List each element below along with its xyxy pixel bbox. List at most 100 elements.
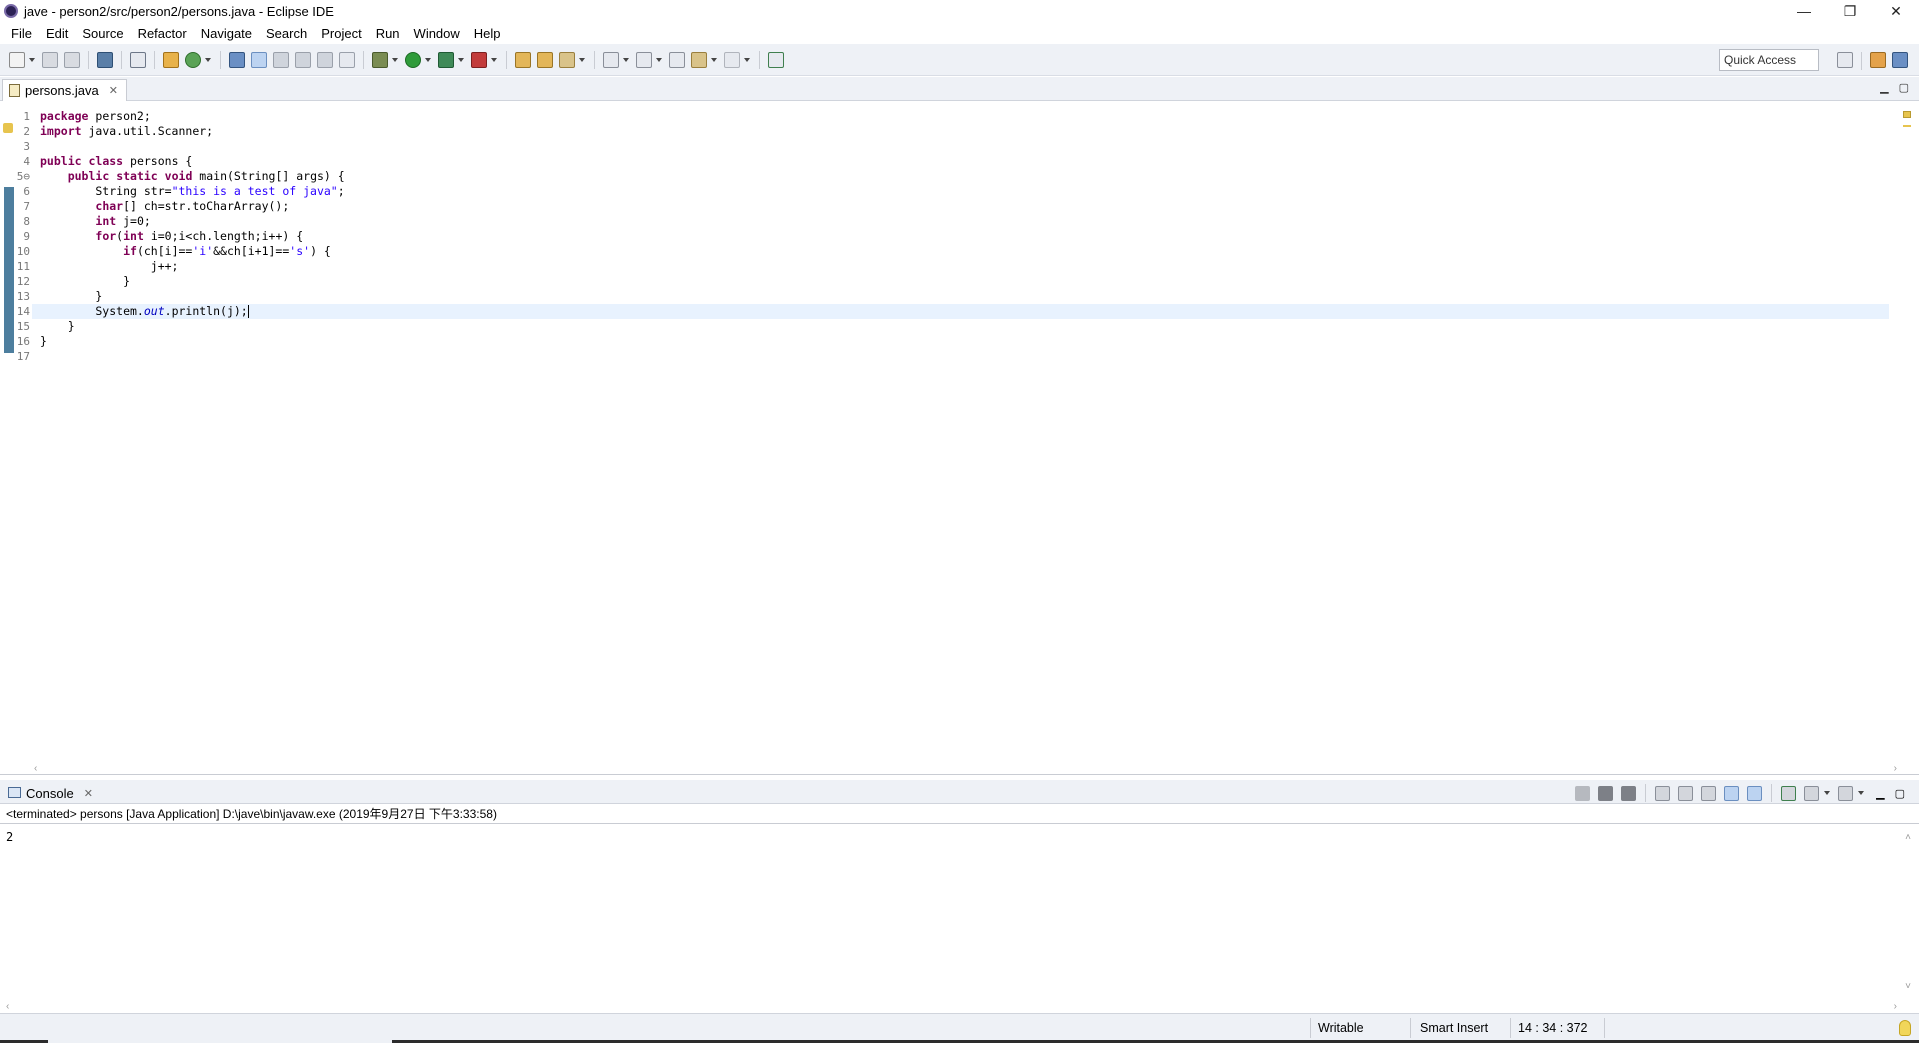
line-number[interactable]: 5⊖ (14, 169, 30, 184)
menu-window[interactable]: Window (407, 26, 467, 41)
maximize-view-icon[interactable]: ▢ (1899, 81, 1909, 94)
coverage-dropdown-icon[interactable] (458, 57, 464, 62)
scroll-down-icon[interactable]: ˅ (1905, 981, 1911, 992)
new-dropdown-icon[interactable] (29, 57, 35, 62)
overview-warning-marker[interactable] (1903, 125, 1911, 127)
terminal-icon[interactable] (97, 51, 113, 68)
code-line[interactable]: for(int i=0;i<ch.length;i++) { (40, 229, 1889, 244)
pin-console-icon[interactable] (1781, 785, 1797, 801)
next-annotation-dropdown-icon[interactable] (623, 57, 629, 62)
open-console-icon[interactable] (1838, 785, 1854, 801)
remove-launch-icon[interactable] (1598, 785, 1614, 801)
tab-close-icon[interactable]: ✕ (109, 84, 118, 97)
show-whitespace-icon[interactable] (317, 51, 333, 68)
code-line[interactable]: } (40, 334, 1889, 349)
menu-navigate[interactable]: Navigate (194, 26, 259, 41)
menu-refactor[interactable]: Refactor (131, 26, 194, 41)
open-folder-icon[interactable] (515, 51, 531, 68)
close-button[interactable]: ✕ (1873, 0, 1919, 22)
toggle-mark-occurrences-icon[interactable] (251, 51, 267, 68)
search-dropdown-icon[interactable] (579, 57, 585, 62)
code-text[interactable]: package person2; import java.util.Scanner… (32, 109, 1889, 364)
toggle-word-wrap-icon[interactable] (273, 51, 289, 68)
code-line[interactable]: if(ch[i]=='i'&&ch[i+1]=='s') { (40, 244, 1889, 259)
overview-ruler[interactable] (1901, 107, 1915, 747)
menu-edit[interactable]: Edit (39, 26, 75, 41)
console-minimize-icon[interactable]: ▁ (1876, 787, 1884, 800)
debug-icon[interactable] (372, 51, 388, 68)
code-line[interactable]: public static void main(String[] args) { (40, 169, 1889, 184)
block-selection-icon[interactable] (295, 51, 311, 68)
code-line[interactable]: char[] ch=str.toCharArray(); (40, 199, 1889, 214)
code-line[interactable]: } (40, 319, 1889, 334)
scroll-right-icon[interactable]: › (1894, 763, 1897, 774)
show-on-stdout-icon[interactable] (1724, 785, 1740, 801)
status-cursor-position[interactable]: 14 : 34 : 372 (1518, 1021, 1588, 1035)
external-tools-icon[interactable] (471, 51, 487, 68)
console-horizontal-scrollbar[interactable]: ‹ › (6, 999, 1897, 1013)
code-line[interactable] (40, 139, 1889, 154)
save-all-icon[interactable] (64, 51, 80, 68)
new-java-class-icon[interactable] (185, 51, 201, 68)
forward-dropdown-icon[interactable] (744, 57, 750, 62)
run-dropdown-icon[interactable] (425, 57, 431, 62)
code-line[interactable]: System.out.println(j); (32, 304, 1889, 319)
menu-run[interactable]: Run (369, 26, 407, 41)
java-ee-perspective-icon[interactable] (1870, 52, 1886, 68)
scroll-left-icon[interactable]: ‹ (34, 763, 37, 774)
clear-console-icon[interactable] (1655, 785, 1671, 801)
console-output[interactable]: 2 (6, 830, 13, 844)
code-line[interactable]: } (40, 289, 1889, 304)
quick-access-input[interactable]: Quick Access (1719, 49, 1819, 71)
console-tab-close-icon[interactable]: ✕ (84, 787, 93, 800)
external-tools-dropdown-icon[interactable] (491, 57, 497, 62)
scroll-lock-icon[interactable] (1678, 785, 1694, 801)
coverage-icon[interactable] (438, 51, 454, 68)
display-console-icon[interactable] (1804, 785, 1820, 801)
lightbulb-icon[interactable] (1899, 1020, 1911, 1036)
terminate-icon[interactable] (1575, 785, 1591, 801)
run-icon[interactable] (405, 51, 421, 68)
code-line[interactable]: String str="this is a test of java"; (40, 184, 1889, 199)
open-task-icon[interactable] (537, 51, 553, 68)
code-line[interactable]: } (40, 274, 1889, 289)
new-java-package-icon[interactable] (163, 51, 179, 68)
open-perspective-icon[interactable] (1837, 52, 1853, 68)
back-dropdown-icon[interactable] (711, 57, 717, 62)
status-insert-mode[interactable]: Smart Insert (1420, 1021, 1488, 1035)
menu-project[interactable]: Project (314, 26, 368, 41)
code-line[interactable]: j++; (40, 259, 1889, 274)
back-icon[interactable] (691, 51, 707, 68)
scroll-left-icon[interactable]: ‹ (6, 1001, 9, 1012)
save-icon[interactable] (42, 51, 58, 68)
scroll-up-icon[interactable]: ˄ (1905, 832, 1911, 843)
tab-persons-java[interactable]: persons.java ✕ (2, 79, 127, 101)
code-line[interactable]: package person2; (40, 109, 1889, 124)
pilcrow-icon[interactable] (339, 51, 355, 68)
code-editor[interactable]: 1 2 3 4 5⊖ 6 7 8 9 10 11 12 13 14 15 16 … (0, 101, 1919, 775)
code-line[interactable] (40, 349, 1889, 364)
forward-icon[interactable] (724, 51, 740, 68)
minimize-view-icon[interactable]: ▁ (1880, 81, 1888, 94)
code-line[interactable]: import java.util.Scanner; (40, 124, 1889, 139)
debug-dropdown-icon[interactable] (392, 57, 398, 62)
menu-source[interactable]: Source (75, 26, 130, 41)
minimize-button[interactable]: — (1781, 0, 1827, 22)
menu-search[interactable]: Search (259, 26, 314, 41)
search-icon[interactable] (559, 51, 575, 68)
open-console-dropdown-icon[interactable] (1858, 791, 1865, 795)
remove-all-terminated-icon[interactable] (1621, 785, 1637, 801)
new-class-dropdown-icon[interactable] (205, 57, 211, 62)
tab-console[interactable]: Console ✕ (2, 782, 101, 804)
editor-horizontal-scrollbar[interactable]: ‹ › (34, 761, 1897, 775)
java-perspective-icon[interactable] (1892, 52, 1908, 68)
console-vertical-scrollbar[interactable]: ˄ ˅ (1905, 832, 1911, 992)
console-maximize-icon[interactable]: ▢ (1895, 787, 1905, 800)
show-on-stderr-icon[interactable] (1747, 785, 1763, 801)
menu-file[interactable]: File (4, 26, 39, 41)
display-console-dropdown-icon[interactable] (1824, 791, 1831, 795)
previous-annotation-icon[interactable] (636, 51, 652, 68)
open-type-icon[interactable] (229, 51, 245, 68)
skip-breakpoints-icon[interactable] (130, 51, 146, 68)
word-wrap-icon[interactable] (1701, 785, 1717, 801)
